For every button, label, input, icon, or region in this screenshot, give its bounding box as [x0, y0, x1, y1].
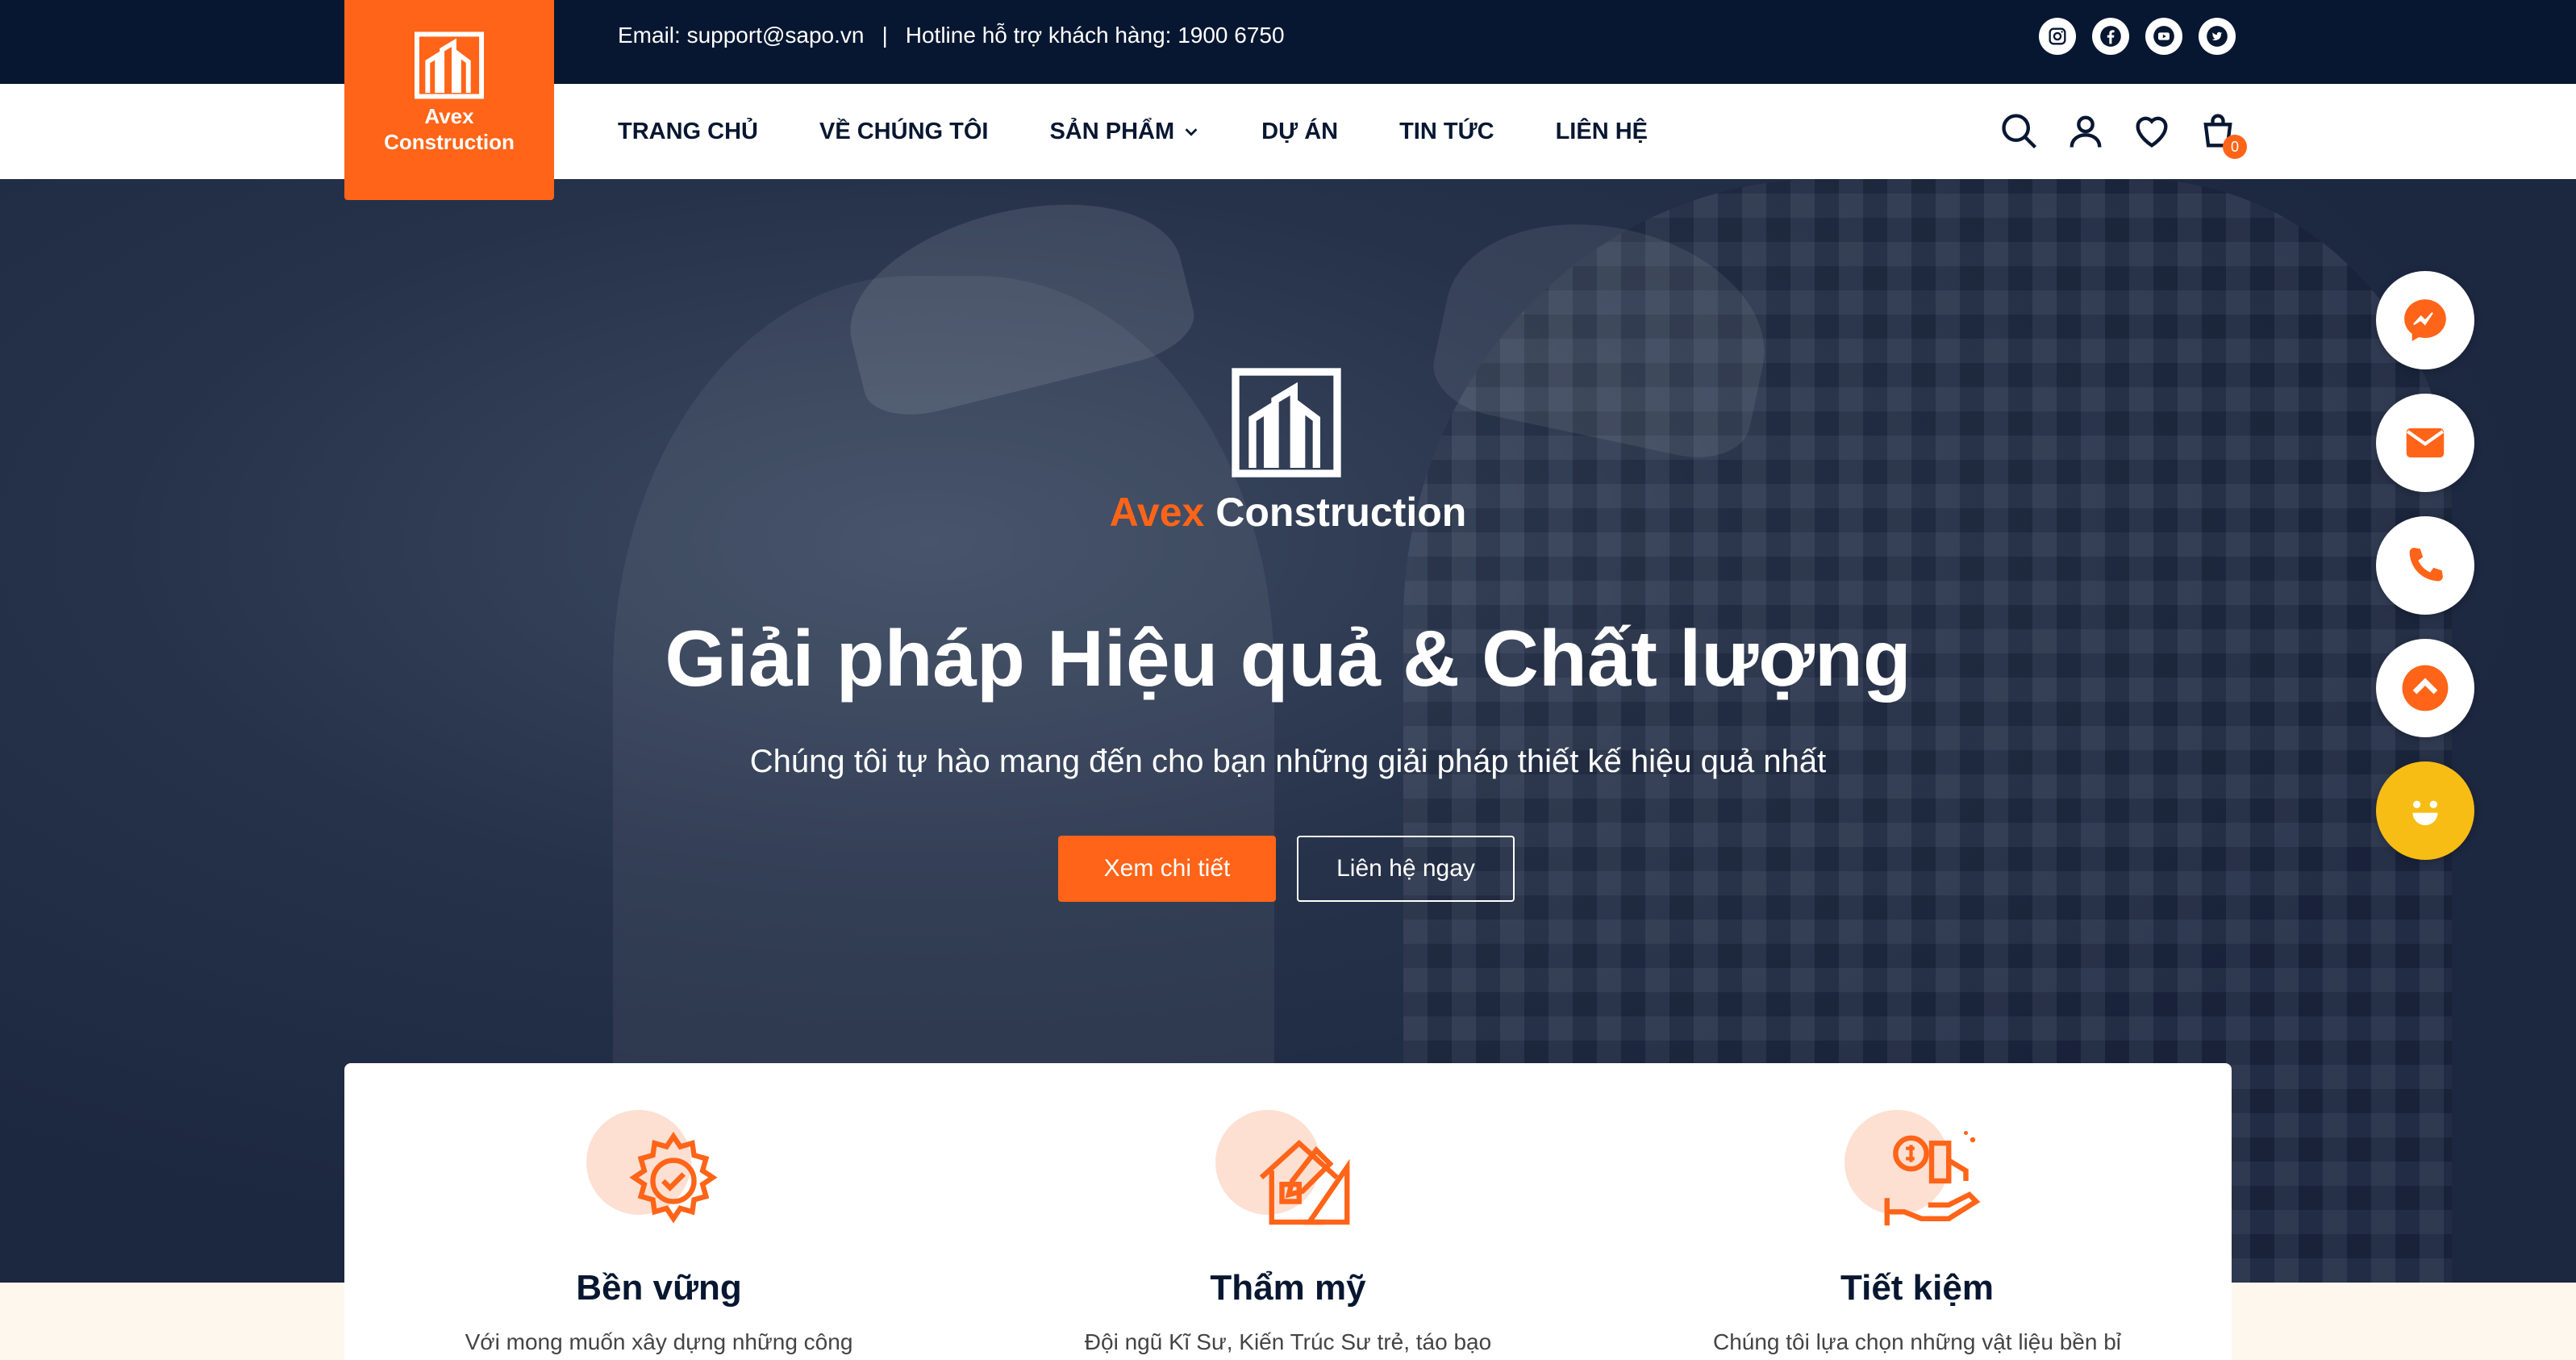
search-icon[interactable] [1999, 111, 2040, 152]
nav-actions: 0 [1999, 84, 2247, 179]
nav-item-label: LIÊN HỆ [1555, 118, 1648, 144]
chat-bot-button[interactable] [2376, 761, 2474, 860]
chevron-down-icon [1185, 128, 1198, 136]
instagram-icon[interactable] [2039, 18, 2076, 55]
site-logo[interactable]: Avex Construction [344, 0, 554, 200]
cart-count-badge: 0 [2223, 135, 2247, 159]
messenger-icon [2404, 299, 2446, 341]
nav-menu: TRANG CHỦ VỀ CHÚNG TÔI SẢN PHẨM DỰ ÁN TI… [618, 84, 1648, 179]
nav-item-home[interactable]: TRANG CHỦ [618, 119, 758, 145]
hero-brand-rest: Construction [1215, 490, 1467, 535]
feature-illustration [1844, 1110, 1990, 1239]
hotline[interactable]: Hotline hỗ trợ khách hàng: 1900 6750 [906, 23, 1285, 48]
nav-item-label: TRANG CHỦ [618, 118, 758, 144]
nav-item-label: TIN TỨC [1399, 118, 1494, 144]
feature-title: Bền vững [576, 1268, 742, 1308]
feature-description: Chúng tôi lựa chọn những vật liệu bền bỉ [1712, 1329, 2122, 1354]
logo-line-2: Construction [384, 130, 515, 154]
phone-icon [2409, 548, 2443, 582]
user-icon[interactable] [2065, 111, 2107, 152]
feature-title: Tiết kiệm [1840, 1268, 1994, 1308]
hero-building-logo-icon [1232, 368, 1341, 478]
feature-title: Thẩm mỹ [1210, 1268, 1366, 1308]
mail-button[interactable] [2376, 394, 2474, 492]
view-details-button[interactable]: Xem chi tiết [1058, 836, 1276, 902]
nav-item-label: DỰ ÁN [1261, 118, 1339, 144]
nav-item-projects[interactable]: DỰ ÁN [1261, 119, 1338, 145]
hero-subtitle: Chúng tôi tự hào mang đến cho bạn những … [749, 744, 1827, 779]
cart-icon[interactable]: 0 [2197, 111, 2247, 159]
nav-item-news[interactable]: TIN TỨC [1399, 119, 1494, 145]
feature-card: Tiết kiệm Chúng tôi lựa chọn những vật l… [1603, 1063, 2232, 1360]
nav-item-about[interactable]: VỀ CHÚNG TÔI [819, 119, 988, 145]
smile-icon [2412, 800, 2438, 826]
phone-button[interactable] [2376, 516, 2474, 615]
logo-line-1: Avex [424, 104, 474, 128]
contact-now-button[interactable]: Liên hệ ngay [1297, 836, 1515, 902]
hero-brand: Avex Construction [0, 489, 2576, 536]
feature-card: Bền vững Với mong muốn xây dựng những cô… [344, 1063, 973, 1360]
feature-illustration [586, 1110, 732, 1239]
youtube-icon[interactable] [2145, 18, 2182, 55]
contact-info: Email: support@sapo.vn | Hotline hỗ trợ kh… [618, 23, 1285, 48]
nav-item-label: SẢN PHẨM [1049, 118, 1175, 144]
chevron-up-icon [2402, 665, 2449, 711]
twitter-icon[interactable] [2199, 18, 2236, 55]
building-logo-icon [415, 31, 484, 99]
feature-description: Đội ngũ Kĩ Sư, Kiến Trúc Sư trẻ, táo bạo [1084, 1329, 1492, 1354]
nav-item-contact[interactable]: LIÊN HỆ [1556, 119, 1648, 145]
features-section: Bền vững Với mong muốn xây dựng những cô… [344, 1063, 2232, 1360]
hero-title: Giải pháp Hiệu quả & Chất lượng [665, 614, 1911, 703]
feature-card: Thẩm mỹ Đội ngũ Kĩ Sư, Kiến Trúc Sư trẻ,… [973, 1063, 1603, 1360]
nav-item-label: VỀ CHÚNG TÔI [819, 118, 989, 144]
support-email[interactable]: Email: support@sapo.vn [618, 23, 864, 48]
house-design-icon [1259, 1139, 1350, 1225]
hero-brand-accent: Avex [1109, 490, 1205, 535]
gear-check-icon [629, 1132, 718, 1224]
social-links [2039, 18, 2236, 55]
logo-text: Avex Construction [384, 103, 515, 155]
mail-icon [2406, 428, 2445, 458]
facebook-icon[interactable] [2092, 18, 2129, 55]
heart-icon[interactable] [2131, 111, 2173, 152]
money-hand-icon [1884, 1130, 1981, 1226]
scroll-top-button[interactable] [2376, 639, 2474, 737]
feature-illustration [1215, 1110, 1361, 1239]
feature-description: Với mong muốn xây dựng những công [465, 1329, 853, 1354]
contact-separator: | [882, 23, 888, 48]
nav-item-products[interactable]: SẢN PHẨM [1049, 119, 1200, 145]
messenger-button[interactable] [2376, 271, 2474, 369]
